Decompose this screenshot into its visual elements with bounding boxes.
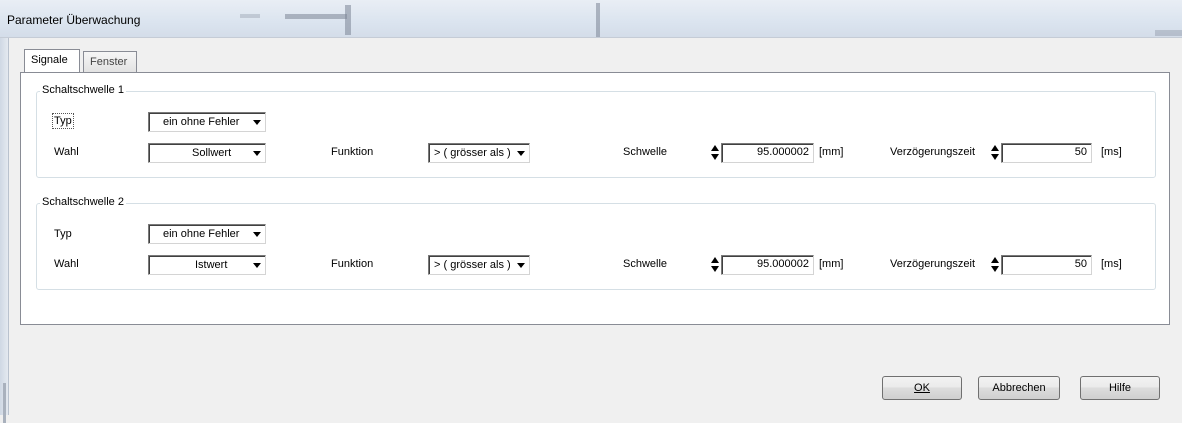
background-window-fragment <box>285 14 347 19</box>
schwelle-input[interactable]: 95.000002 <box>721 255 814 275</box>
group-schaltschwelle-1 <box>36 91 1156 178</box>
chevron-down-icon <box>253 120 261 125</box>
background-window-fragment <box>596 3 600 37</box>
verzoegerungszeit-label: Verzögerungszeit <box>890 258 975 270</box>
tab-fenster[interactable]: Fenster <box>83 51 137 72</box>
chevron-down-icon <box>517 151 525 156</box>
funktion-label: Funktion <box>331 146 374 158</box>
wahl-dropdown[interactable]: Istwert <box>148 255 266 275</box>
tab-signale-label: Signale <box>31 54 68 66</box>
funktion-label: Funktion <box>331 258 374 270</box>
wahl-label: Wahl <box>54 146 79 158</box>
background-window-fragment <box>240 14 260 18</box>
verzoegerungszeit-unit: [ms] <box>1101 258 1122 270</box>
spin-updown-icon[interactable] <box>710 255 720 275</box>
spin-updown-icon[interactable] <box>990 143 1000 163</box>
ok-button-label: OK <box>914 382 930 394</box>
schwelle-label: Schwelle <box>623 146 668 158</box>
wahl-value: Istwert <box>195 259 228 271</box>
schwelle-unit: [mm] <box>819 258 844 270</box>
group-schaltschwelle-2 <box>36 203 1156 290</box>
ok-button[interactable]: OK <box>882 376 962 400</box>
help-button-label: Hilfe <box>1108 382 1131 394</box>
tab-fenster-label: Fenster <box>90 56 128 68</box>
verzoegerungszeit-input[interactable]: 50 <box>1001 143 1092 163</box>
typ-label: Typ <box>54 228 72 240</box>
chevron-down-icon <box>517 263 525 268</box>
cancel-button[interactable]: Abbrechen <box>978 376 1060 400</box>
group-legend: Schaltschwelle 1 <box>40 84 126 96</box>
verzoegerungszeit-label: Verzögerungszeit <box>890 146 975 158</box>
tab-panel-signale: Schaltschwelle 1 Typ ein ohne Fehler Wah… <box>20 72 1170 325</box>
typ-value: ein ohne Fehler <box>163 116 240 128</box>
window-title: Parameter Überwachung <box>7 13 141 27</box>
window-left-edge <box>0 38 9 423</box>
funktion-dropdown[interactable]: > ( grösser als ) <box>428 255 530 275</box>
spin-updown-icon[interactable] <box>990 255 1000 275</box>
background-window-fragment <box>1155 30 1182 36</box>
verzoegerungszeit-unit: [ms] <box>1101 146 1122 158</box>
chevron-down-icon <box>253 232 261 237</box>
schwelle-label: Schwelle <box>623 258 668 270</box>
title-bar: Parameter Überwachung <box>0 0 1182 38</box>
help-button[interactable]: Hilfe <box>1080 376 1160 400</box>
spin-updown-icon[interactable] <box>710 143 720 163</box>
funktion-dropdown[interactable]: > ( grösser als ) <box>428 143 530 163</box>
wahl-dropdown[interactable]: Sollwert <box>148 143 266 163</box>
typ-dropdown[interactable]: ein ohne Fehler <box>148 224 266 244</box>
typ-dropdown[interactable]: ein ohne Fehler <box>148 112 266 132</box>
typ-value: ein ohne Fehler <box>163 228 240 240</box>
background-window-fragment <box>345 5 351 35</box>
verzoegerungszeit-input[interactable]: 50 <box>1001 255 1092 275</box>
funktion-value: > ( grösser als ) <box>434 147 511 159</box>
chevron-down-icon <box>253 151 261 156</box>
window-edge-strip <box>3 383 6 423</box>
funktion-value: > ( grösser als ) <box>434 259 511 271</box>
chevron-down-icon <box>253 263 261 268</box>
schwelle-unit: [mm] <box>819 146 844 158</box>
tab-signale[interactable]: Signale <box>24 49 80 72</box>
wahl-label: Wahl <box>54 258 79 270</box>
schwelle-input[interactable]: 95.000002 <box>721 143 814 163</box>
group-legend: Schaltschwelle 2 <box>40 196 126 208</box>
typ-label: Typ <box>52 113 74 129</box>
cancel-button-label: Abbrechen <box>992 382 1046 394</box>
wahl-value: Sollwert <box>192 147 232 159</box>
